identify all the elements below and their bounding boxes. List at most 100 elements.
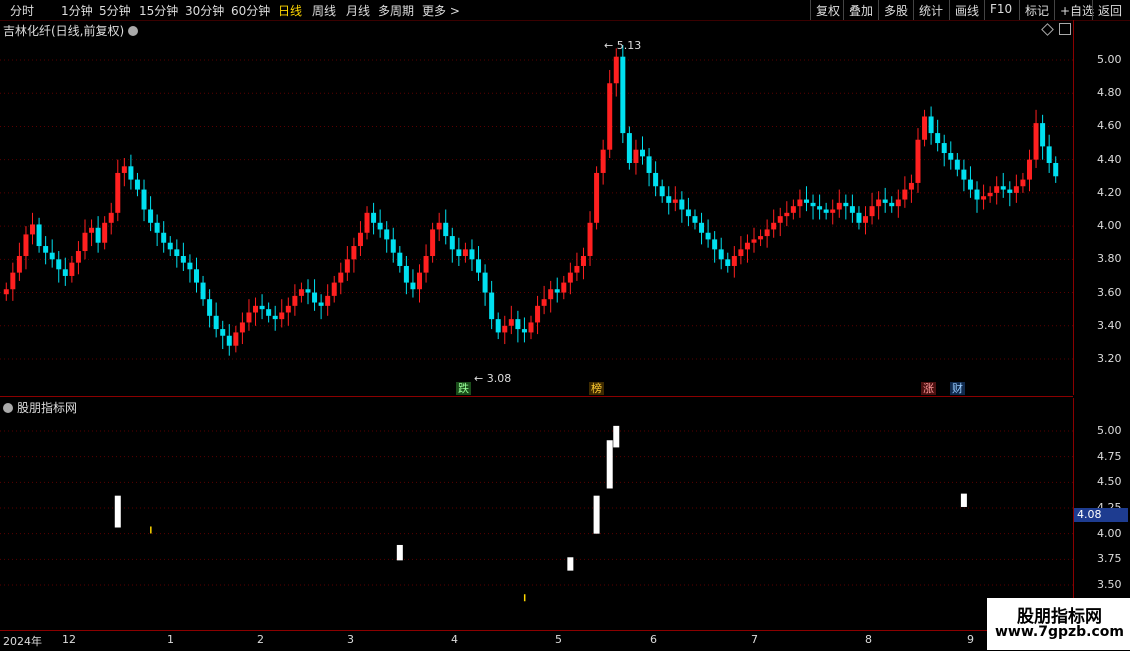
candle-body [312, 292, 318, 303]
tab-60min[interactable]: 60分钟 [231, 2, 270, 19]
candle-body [613, 56, 619, 84]
f10-button[interactable]: F10 [984, 0, 1017, 20]
candle-body [994, 186, 1000, 193]
candle-body [508, 319, 514, 326]
candle-body [790, 206, 796, 213]
candle-body [89, 227, 95, 233]
indicator-chart[interactable] [0, 398, 1073, 630]
candle [935, 119, 941, 152]
candle-body [1000, 186, 1006, 190]
candle-body [43, 246, 49, 253]
candle-body [154, 222, 160, 233]
fuquan-button[interactable]: 复权 [810, 0, 845, 20]
tab-daily[interactable]: 日线 [278, 2, 302, 19]
candle [397, 246, 403, 273]
draw-line-button[interactable]: 画线 [949, 0, 984, 20]
candle [1020, 172, 1026, 193]
candle [1033, 109, 1039, 168]
tab-1min[interactable]: 1分钟 [61, 2, 93, 19]
badge-bang[interactable]: 榜 [589, 382, 604, 395]
candle [69, 256, 75, 283]
candle [469, 239, 475, 271]
candle-body [430, 229, 436, 257]
candle [849, 194, 855, 223]
multi-stock-button[interactable]: 多股 [878, 0, 913, 20]
date-label-sep: 9 [967, 633, 974, 646]
candle-body [935, 133, 941, 144]
candle [640, 136, 646, 165]
candle-body [1053, 162, 1059, 177]
candle-body [462, 249, 468, 257]
candle [30, 212, 36, 245]
tab-weekly[interactable]: 周线 [312, 2, 336, 19]
candle [863, 206, 869, 235]
candle-body [554, 289, 560, 293]
date-label-apr: 4 [451, 633, 458, 646]
candle-body [817, 206, 823, 210]
overlay-button[interactable]: 叠加 [843, 0, 878, 20]
candle [338, 262, 344, 295]
candle [325, 284, 331, 316]
candle-body [95, 227, 101, 243]
candle [902, 176, 908, 208]
tab-multi-period[interactable]: 多周期 [378, 2, 414, 19]
candle [141, 179, 147, 222]
candle-body [16, 256, 22, 273]
candle [554, 277, 560, 303]
candle-body [902, 189, 908, 200]
mark-button[interactable]: 标记 [1019, 0, 1054, 20]
candle-body [659, 186, 665, 197]
candle-body [1033, 123, 1039, 160]
tab-5min[interactable]: 5分钟 [99, 2, 131, 19]
candle [43, 236, 49, 265]
candle-body [718, 249, 724, 260]
high-price-annotation: ← 5.13 [604, 39, 641, 52]
candle [502, 315, 508, 345]
date-label-jan: 1 [167, 633, 174, 646]
tab-monthly[interactable]: 月线 [346, 2, 370, 19]
tab-fenshi[interactable]: 分时 [10, 2, 34, 19]
candle-body [161, 232, 167, 243]
candle-body [482, 272, 488, 293]
tab-15min[interactable]: 15分钟 [139, 2, 178, 19]
tab-30min[interactable]: 30分钟 [185, 2, 224, 19]
candle [351, 237, 357, 273]
badge-zhang[interactable]: 涨 [921, 382, 936, 395]
badge-die[interactable]: 跌 [456, 382, 471, 395]
candle [436, 212, 442, 242]
candle-body [423, 256, 429, 273]
candle-body [876, 199, 882, 207]
price-tick-label: 4.00 [1097, 219, 1122, 233]
candle-body [646, 156, 652, 173]
candle [449, 227, 455, 263]
candle [49, 239, 55, 268]
candle [1000, 172, 1006, 198]
candle-body [915, 139, 921, 183]
candle-body [377, 222, 383, 230]
candle [246, 299, 252, 331]
candle [279, 299, 285, 328]
badge-cai[interactable]: 财 [950, 382, 965, 395]
stats-button[interactable]: 统计 [913, 0, 948, 20]
back-button[interactable]: 返回 [1092, 0, 1127, 20]
candle-body [758, 236, 764, 240]
tab-more[interactable]: 更多 > [422, 2, 460, 19]
candle [613, 48, 619, 97]
candle [705, 219, 711, 248]
candle [1007, 181, 1013, 207]
price-chart[interactable]: ← 5.13 ← 3.08 [0, 20, 1073, 395]
candle-body [830, 209, 836, 213]
candle-body [292, 295, 298, 306]
indicator-tick-label: 3.75 [1097, 552, 1122, 566]
candle-body [692, 216, 698, 223]
candle [364, 206, 370, 240]
candle [646, 148, 652, 187]
candle [954, 153, 960, 177]
candle-body [535, 305, 541, 323]
candle-body [331, 282, 337, 296]
candle-body [476, 259, 482, 273]
candle-body [810, 202, 816, 207]
candle-body [371, 212, 377, 223]
candle [1040, 114, 1046, 160]
candle [738, 236, 744, 265]
